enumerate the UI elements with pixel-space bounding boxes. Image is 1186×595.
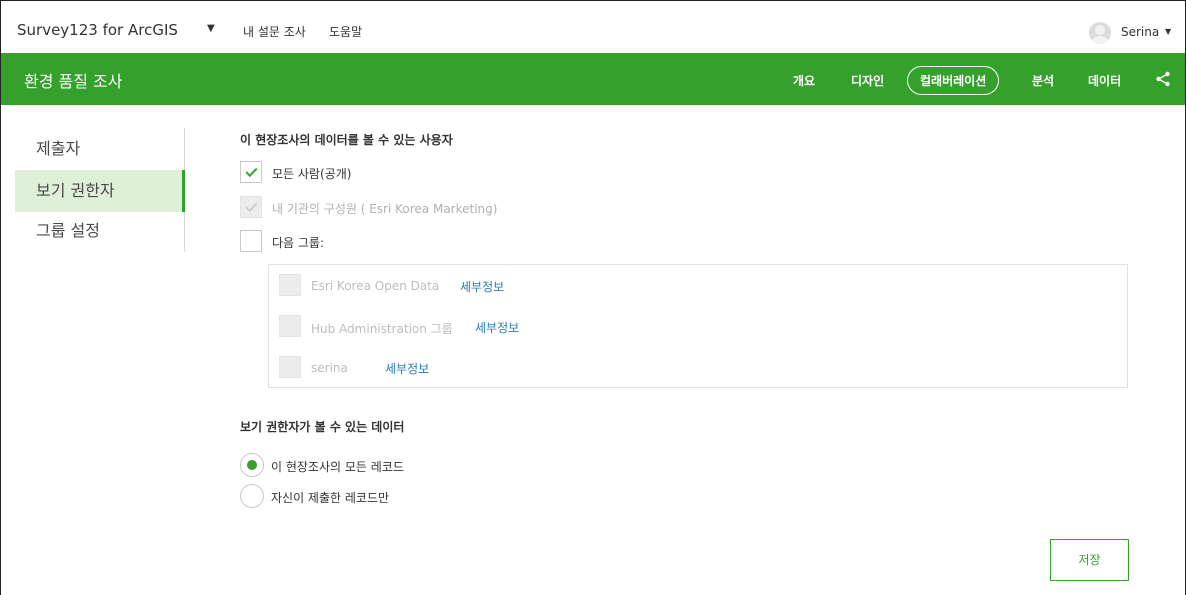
user-name[interactable]: Serina	[1121, 25, 1159, 39]
tab-collaboration[interactable]: 컬래버레이션	[907, 66, 1000, 95]
group-name: Esri Korea Open Data	[311, 279, 440, 293]
own-records-label: 자신이 제출한 레코드만	[271, 491, 390, 505]
everyone-checkbox[interactable]	[240, 161, 262, 183]
tab-overview[interactable]: 개요	[793, 72, 815, 89]
group-checkbox	[279, 274, 301, 296]
tab-analyze[interactable]: 분석	[1032, 72, 1054, 89]
everyone-label: 모든 사람(공개)	[272, 167, 352, 181]
group-details-link[interactable]: 세부정보	[385, 360, 429, 377]
group-checkbox	[279, 315, 301, 337]
groups-label: 다음 그룹:	[272, 236, 325, 250]
group-details-link[interactable]: 세부정보	[460, 278, 504, 295]
app-title[interactable]: Survey123 for ArcGIS	[17, 21, 178, 39]
my-surveys-link[interactable]: 내 설문 조사	[243, 23, 306, 40]
help-link[interactable]: 도움말	[329, 23, 362, 40]
viewers-heading: 이 현장조사의 데이터를 볼 수 있는 사용자	[240, 133, 453, 147]
collaboration-sidebar: 제출자 보기 권한자 그룹 설정	[15, 128, 185, 252]
survey-title: 환경 품질 조사	[24, 72, 123, 91]
all-records-label: 이 현장조사의 모든 레코드	[271, 460, 404, 474]
user-menu-caret-icon[interactable]: ▼	[1165, 27, 1171, 36]
group-checkbox	[279, 356, 301, 378]
data-access-heading: 보기 권한자가 볼 수 있는 데이터	[240, 420, 405, 434]
own-records-radio[interactable]	[240, 484, 264, 508]
group-name: serina	[311, 361, 348, 375]
checkmark-icon	[245, 164, 258, 178]
tab-data[interactable]: 데이터	[1088, 72, 1121, 89]
top-header: Survey123 for ArcGIS ▼ 내 설문 조사 도움말 Serin…	[1, 1, 1185, 53]
group-name: Hub Administration 그룹	[311, 322, 453, 336]
organization-label: 내 기관의 구성원 ( Esri Korea Marketing)	[272, 202, 498, 216]
groups-checkbox[interactable]	[240, 230, 262, 252]
app-menu-caret-icon[interactable]: ▼	[207, 23, 215, 34]
radio-selected-dot	[247, 460, 257, 470]
group-list: Esri Korea Open Data 세부정보 Hub Administra…	[268, 264, 1128, 388]
sidebar-item-group-settings[interactable]: 그룹 설정	[15, 210, 184, 252]
tab-design[interactable]: 디자인	[851, 72, 884, 89]
checkmark-icon	[245, 199, 258, 213]
sidebar-item-submitters[interactable]: 제출자	[15, 128, 184, 170]
all-records-radio[interactable]	[240, 453, 264, 477]
share-icon[interactable]	[1155, 71, 1171, 87]
sidebar-item-viewers[interactable]: 보기 권한자	[15, 170, 185, 212]
group-details-link[interactable]: 세부정보	[475, 319, 519, 336]
save-button[interactable]: 저장	[1050, 539, 1129, 581]
organization-checkbox	[240, 196, 262, 218]
survey-header: 환경 품질 조사 개요 디자인 컬래버레이션 분석 데이터	[1, 53, 1185, 105]
avatar[interactable]	[1089, 22, 1111, 44]
